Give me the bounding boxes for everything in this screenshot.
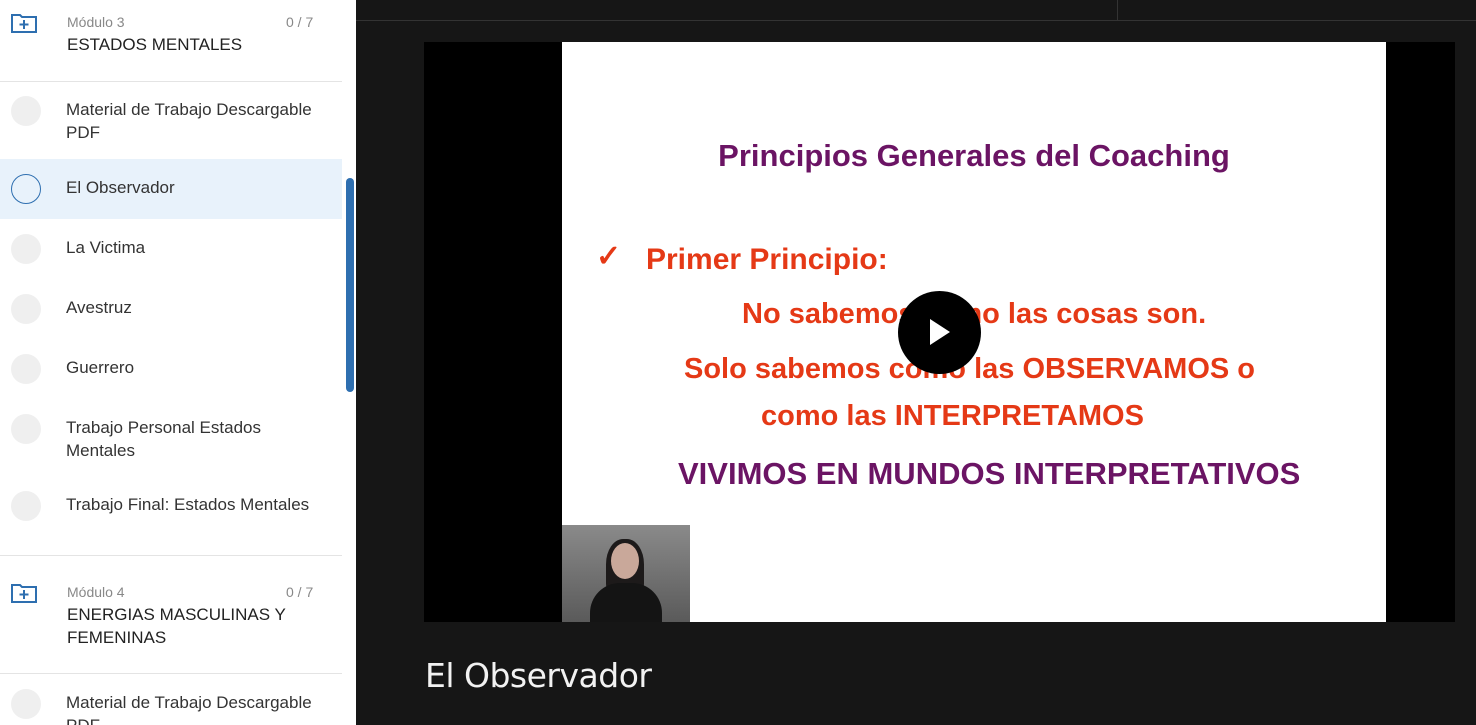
lesson-status-circle [11, 96, 41, 126]
top-bar-border [356, 20, 1476, 21]
module-title: ENERGIAS MASCULINAS Y FEMENINAS [67, 605, 286, 647]
module-3-header[interactable]: Módulo 3 0 / 7 ESTADOS MENTALES [0, 0, 342, 81]
lesson-label: El Observador [66, 178, 175, 197]
module-4-header[interactable]: Módulo 4 0 / 7 ENERGIAS MASCULINAS Y FEM… [0, 556, 342, 673]
lesson-label: Material de Trabajo Descargable PDF [66, 100, 312, 142]
lesson-status-circle [11, 294, 41, 324]
lesson-item[interactable]: Trabajo Personal Estados Mentales [0, 399, 342, 476]
top-bar-separator [1117, 0, 1118, 20]
sidebar-scrollbar[interactable] [346, 178, 354, 392]
lesson-item[interactable]: Guerrero [0, 339, 342, 399]
folder-add-icon [11, 584, 37, 603]
lesson-item[interactable]: Material de Trabajo Descargable PDF [0, 674, 342, 725]
lesson-item[interactable]: Trabajo Final: Estados Mentales [0, 476, 342, 554]
lesson-status-circle [11, 414, 41, 444]
lesson-label: Trabajo Personal Estados Mentales [66, 418, 261, 460]
lesson-item[interactable]: La Victima [0, 219, 342, 279]
lesson-status-circle [11, 174, 41, 204]
slide-text-line: VIVIMOS EN MUNDOS INTERPRETATIVOS [678, 456, 1301, 491]
module-title: ESTADOS MENTALES [67, 35, 243, 54]
video-title: El Observador [425, 656, 652, 695]
lesson-item-active[interactable]: El Observador [0, 159, 342, 219]
lesson-status-circle [11, 234, 41, 264]
course-sidebar: Módulo 3 0 / 7 ESTADOS MENTALES Material… [0, 0, 356, 725]
lesson-label: Guerrero [66, 358, 135, 377]
module-progress: 0 / 7 [286, 584, 314, 600]
lesson-status-circle [11, 491, 41, 521]
lesson-label: La Victima [66, 238, 146, 257]
module-progress: 0 / 7 [286, 14, 314, 30]
module-number: Módulo 3 [67, 14, 125, 30]
checkmark-icon: ✓ [596, 240, 622, 273]
presenter-webcam [562, 525, 690, 622]
lesson-status-circle [11, 689, 41, 719]
play-icon [930, 319, 950, 345]
folder-add-icon [11, 14, 37, 33]
lesson-label: Avestruz [66, 298, 132, 317]
module-number: Módulo 4 [67, 584, 125, 600]
lesson-item[interactable]: Avestruz [0, 279, 342, 339]
play-button[interactable] [898, 291, 981, 374]
lesson-status-circle [11, 354, 41, 384]
slide-title: Principios Generales del Coaching [718, 138, 1230, 173]
lesson-label: Trabajo Final: Estados Mentales [66, 495, 310, 514]
slide-heading: Primer Principio: [646, 243, 888, 276]
video-player[interactable]: Principios Generales del Coaching ✓ Prim… [424, 42, 1455, 622]
lesson-item[interactable]: Material de Trabajo Descargable PDF [0, 82, 342, 158]
slide-text-line: como las INTERPRETAMOS [761, 400, 1144, 432]
lesson-label: Material de Trabajo Descargable PDF [66, 693, 312, 725]
